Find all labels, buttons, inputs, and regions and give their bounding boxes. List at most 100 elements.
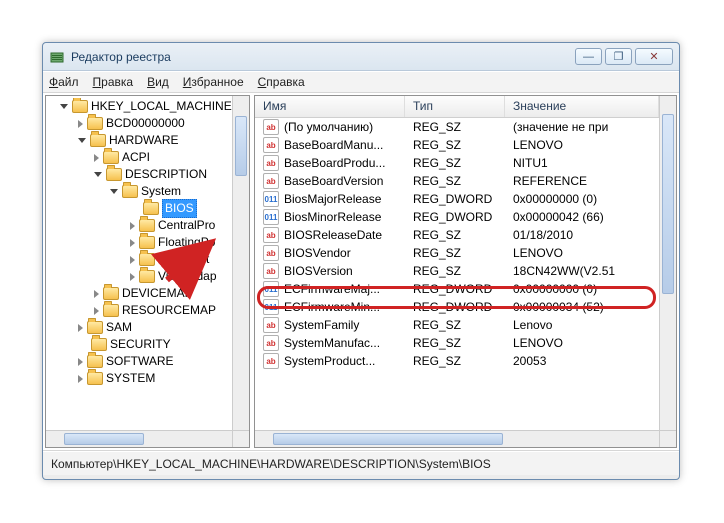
- tree-label: DEVICEMAP: [122, 285, 193, 302]
- value-row[interactable]: abSystemProduct...REG_SZ20053: [255, 352, 659, 370]
- scroll-corner: [232, 430, 249, 447]
- expand-icon[interactable]: [78, 375, 83, 383]
- value-row[interactable]: abSystemManufac...REG_SZLENOVO: [255, 334, 659, 352]
- value-data: REFERENCE: [505, 174, 659, 188]
- tree-item[interactable]: VideoAdap: [50, 268, 232, 285]
- minimize-button[interactable]: —: [575, 48, 602, 65]
- value-row[interactable]: 011BiosMajorReleaseREG_DWORD0x00000000 (…: [255, 190, 659, 208]
- value-data: (значение не при: [505, 120, 659, 134]
- value-name: BIOSVersion: [284, 264, 353, 278]
- column-headers[interactable]: Имя Тип Значение: [255, 96, 659, 118]
- values-list[interactable]: Имя Тип Значение ab(По умолчанию)REG_SZ(…: [255, 96, 659, 430]
- tree-item[interactable]: RESOURCEMAP: [50, 302, 232, 319]
- tree-item[interactable]: Multifunct: [50, 251, 232, 268]
- tree-item[interactable]: System: [50, 183, 232, 200]
- value-row[interactable]: ab(По умолчанию)REG_SZ(значение не при: [255, 118, 659, 136]
- tree-label: ACPI: [122, 149, 150, 166]
- value-row[interactable]: 011ECFirmwareMin...REG_DWORD0x00000034 (…: [255, 298, 659, 316]
- value-data: 20053: [505, 354, 659, 368]
- registry-tree[interactable]: HKEY_LOCAL_MACHINE BCD00000000HARDWAREAC…: [50, 98, 232, 430]
- titlebar[interactable]: Редактор реестра — ❐ ✕: [43, 43, 679, 71]
- value-data: 18CN42WW(V2.51: [505, 264, 659, 278]
- menu-help[interactable]: Справка: [258, 75, 305, 89]
- scroll-thumb[interactable]: [662, 114, 674, 294]
- value-data: 0x00000000 (0): [505, 282, 659, 296]
- value-data: 01/18/2010: [505, 228, 659, 242]
- tree-item[interactable]: ACPI: [50, 149, 232, 166]
- value-data: LENOVO: [505, 138, 659, 152]
- value-row[interactable]: abBIOSVersionREG_SZ18CN42WW(V2.51: [255, 262, 659, 280]
- tree-item[interactable]: SOFTWARE: [50, 353, 232, 370]
- tree-label: FloatingPo: [158, 234, 215, 251]
- folder-icon: [139, 253, 155, 266]
- value-row[interactable]: abSystemFamilyREG_SZLenovo: [255, 316, 659, 334]
- menu-edit[interactable]: Правка: [93, 75, 134, 89]
- folder-icon: [106, 168, 122, 181]
- hscrollbar[interactable]: [255, 430, 659, 447]
- expand-icon[interactable]: [78, 358, 83, 366]
- value-row[interactable]: 011BiosMinorReleaseREG_DWORD0x00000042 (…: [255, 208, 659, 226]
- tree-item[interactable]: BCD00000000: [50, 115, 232, 132]
- tree-label: CentralPro: [158, 217, 215, 234]
- menu-view[interactable]: Вид: [147, 75, 169, 89]
- tree-item[interactable]: DEVICEMAP: [50, 285, 232, 302]
- value-row[interactable]: 011ECFirmwareMaj...REG_DWORD0x00000000 (…: [255, 280, 659, 298]
- vscrollbar[interactable]: [659, 96, 676, 430]
- scroll-corner: [659, 430, 676, 447]
- expand-icon[interactable]: [94, 290, 99, 298]
- value-row[interactable]: abBaseBoardProdu...REG_SZNITU1: [255, 154, 659, 172]
- expand-icon[interactable]: [60, 104, 68, 109]
- expand-icon[interactable]: [78, 138, 86, 143]
- value-type: REG_DWORD: [405, 192, 505, 206]
- tree-item[interactable]: DESCRIPTION: [50, 166, 232, 183]
- tree-item[interactable]: HARDWARE: [50, 132, 232, 149]
- value-row[interactable]: abBaseBoardManu...REG_SZLENOVO: [255, 136, 659, 154]
- expand-icon[interactable]: [130, 222, 135, 230]
- tree-root[interactable]: HKEY_LOCAL_MACHINE: [50, 98, 232, 115]
- value-data: NITU1: [505, 156, 659, 170]
- expand-icon[interactable]: [130, 256, 135, 264]
- folder-icon: [139, 236, 155, 249]
- menu-fav[interactable]: Избранное: [183, 75, 244, 89]
- tree-label: SOFTWARE: [106, 353, 174, 370]
- expand-icon[interactable]: [94, 172, 102, 177]
- col-name[interactable]: Имя: [255, 96, 405, 117]
- col-value[interactable]: Значение: [505, 96, 659, 117]
- expand-icon[interactable]: [78, 120, 83, 128]
- tree-item[interactable]: CentralPro: [50, 217, 232, 234]
- value-type: REG_DWORD: [405, 300, 505, 314]
- tree-item[interactable]: FloatingPo: [50, 234, 232, 251]
- tree-item[interactable]: SECURITY: [50, 336, 232, 353]
- expand-icon[interactable]: [130, 273, 135, 281]
- close-button[interactable]: ✕: [635, 48, 673, 65]
- tree-label: HKEY_LOCAL_MACHINE: [91, 98, 232, 115]
- scroll-thumb[interactable]: [235, 116, 247, 176]
- folder-icon: [87, 321, 103, 334]
- scroll-thumb[interactable]: [64, 433, 144, 445]
- expand-icon[interactable]: [94, 154, 99, 162]
- expand-icon[interactable]: [78, 324, 83, 332]
- expand-icon[interactable]: [110, 189, 118, 194]
- tree-item[interactable]: SYSTEM: [50, 370, 232, 387]
- vscrollbar[interactable]: [232, 96, 249, 430]
- col-type[interactable]: Тип: [405, 96, 505, 117]
- tree-label: BCD00000000: [106, 115, 185, 132]
- maximize-button[interactable]: ❐: [605, 48, 632, 65]
- hscrollbar[interactable]: [46, 430, 232, 447]
- expand-icon[interactable]: [130, 239, 135, 247]
- expand-icon[interactable]: [94, 307, 99, 315]
- tree-item[interactable]: SAM: [50, 319, 232, 336]
- string-icon: ab: [263, 245, 279, 261]
- menu-file[interactable]: Файл: [49, 75, 79, 89]
- scroll-thumb[interactable]: [273, 433, 503, 445]
- value-row[interactable]: abBaseBoardVersionREG_SZREFERENCE: [255, 172, 659, 190]
- value-row[interactable]: abBIOSVendorREG_SZLENOVO: [255, 244, 659, 262]
- folder-icon: [103, 151, 119, 164]
- tree-label: BIOS: [162, 199, 197, 218]
- tree-label: SYSTEM: [106, 370, 155, 387]
- value-type: REG_SZ: [405, 336, 505, 350]
- binary-icon: 011: [263, 191, 279, 207]
- tree-label: VideoAdap: [158, 268, 217, 285]
- tree-item[interactable]: BIOS: [50, 200, 232, 217]
- value-row[interactable]: abBIOSReleaseDateREG_SZ01/18/2010: [255, 226, 659, 244]
